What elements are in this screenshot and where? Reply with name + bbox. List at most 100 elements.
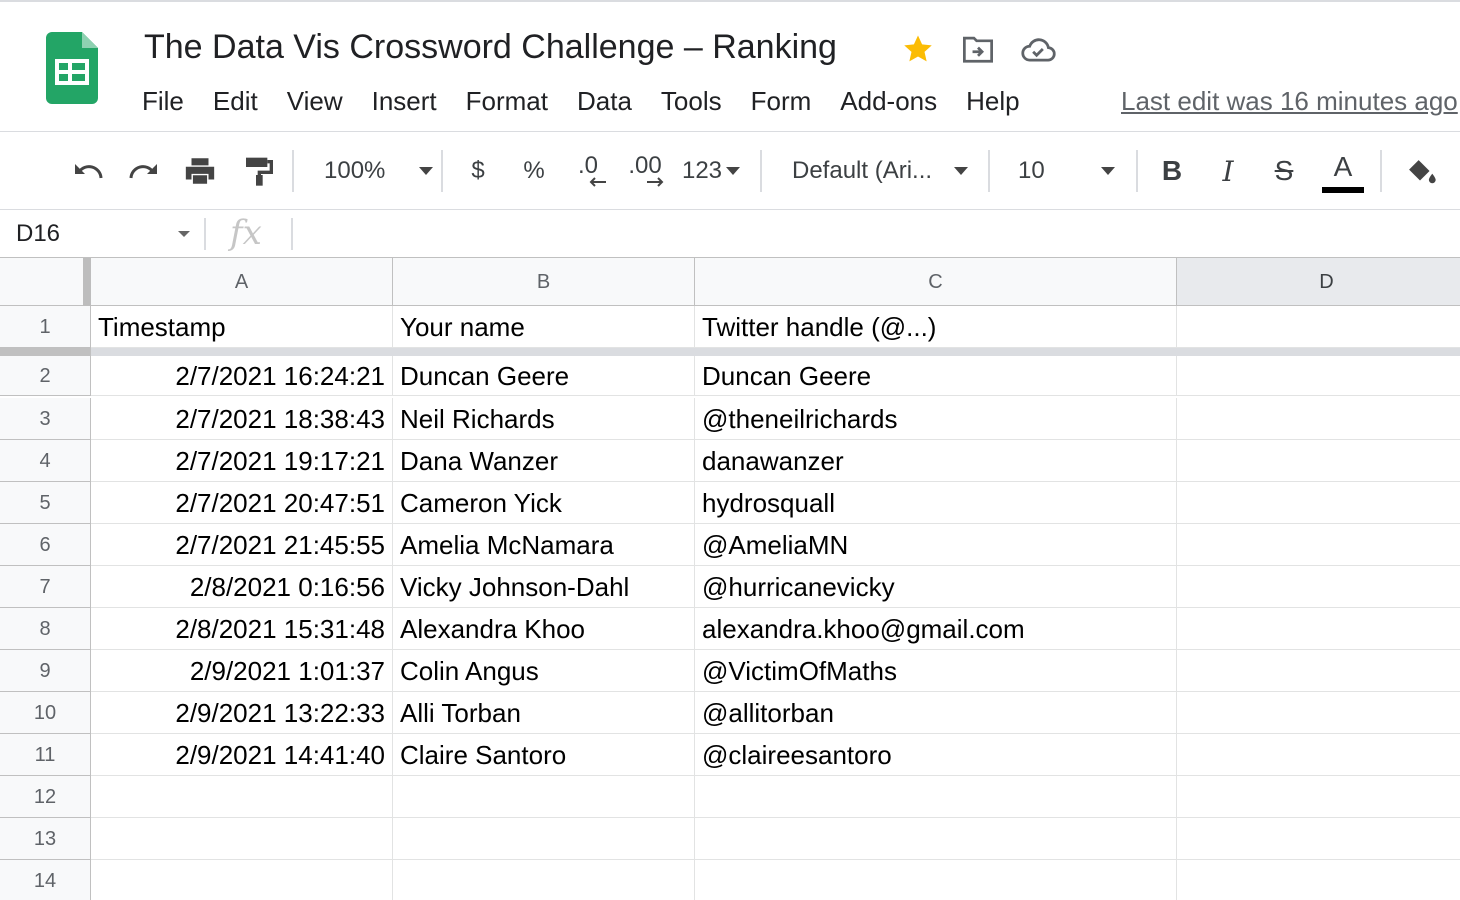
formula-input[interactable] xyxy=(300,210,1450,258)
table-cell[interactable]: @allitorban xyxy=(695,692,1177,734)
table-cell[interactable] xyxy=(91,776,393,818)
table-cell[interactable]: @hurricanevicky xyxy=(695,566,1177,608)
table-cell[interactable]: Vicky Johnson-Dahl xyxy=(393,566,695,608)
menu-file[interactable]: File xyxy=(142,86,184,117)
table-cell[interactable] xyxy=(1177,608,1460,650)
column-header-b[interactable]: B xyxy=(393,258,695,306)
table-cell[interactable]: Duncan Geere xyxy=(393,356,695,396)
cell-c1[interactable]: Twitter handle (@...) xyxy=(695,306,1177,348)
table-cell[interactable]: @AmeliaMN xyxy=(695,524,1177,566)
name-box[interactable]: D16 xyxy=(16,210,60,258)
row-header[interactable]: 13 xyxy=(0,818,91,860)
freeze-handle[interactable] xyxy=(83,258,91,306)
table-cell[interactable] xyxy=(393,818,695,860)
row-header[interactable]: 1 xyxy=(0,306,91,348)
frozen-row-divider-handle[interactable] xyxy=(0,348,91,356)
chevron-down-icon[interactable] xyxy=(178,231,190,237)
move-to-folder-icon[interactable] xyxy=(958,29,998,69)
strikethrough-button[interactable]: S xyxy=(1264,132,1304,210)
table-cell[interactable] xyxy=(393,860,695,900)
menu-add-ons[interactable]: Add-ons xyxy=(840,86,937,117)
column-header-d[interactable]: D xyxy=(1177,258,1460,306)
table-cell[interactable] xyxy=(91,860,393,900)
cell-d1[interactable] xyxy=(1177,306,1460,348)
format-percent-button[interactable]: % xyxy=(514,132,554,210)
table-cell[interactable]: Neil Richards xyxy=(393,398,695,440)
table-cell[interactable] xyxy=(393,776,695,818)
table-cell[interactable] xyxy=(1177,776,1460,818)
more-formats-button[interactable]: 123 xyxy=(676,132,746,210)
row-header[interactable]: 7 xyxy=(0,566,91,608)
menu-view[interactable]: View xyxy=(287,86,343,117)
row-header[interactable]: 5 xyxy=(0,482,91,524)
undo-icon[interactable] xyxy=(66,132,110,210)
table-cell[interactable]: 2/9/2021 13:22:33 xyxy=(91,692,393,734)
menu-edit[interactable]: Edit xyxy=(213,86,258,117)
table-cell[interactable]: 2/7/2021 20:47:51 xyxy=(91,482,393,524)
row-header[interactable]: 8 xyxy=(0,608,91,650)
menu-insert[interactable]: Insert xyxy=(372,86,437,117)
font-family-select[interactable]: Default (Ari... xyxy=(780,132,976,210)
table-cell[interactable] xyxy=(1177,734,1460,776)
menu-format[interactable]: Format xyxy=(466,86,548,117)
table-cell[interactable] xyxy=(1177,524,1460,566)
table-cell[interactable] xyxy=(1177,566,1460,608)
menu-help[interactable]: Help xyxy=(966,86,1019,117)
menu-data[interactable]: Data xyxy=(577,86,632,117)
table-cell[interactable] xyxy=(1177,482,1460,524)
row-header[interactable]: 3 xyxy=(0,398,91,440)
row-header[interactable]: 12 xyxy=(0,776,91,818)
increase-decimal-button[interactable]: .00 xyxy=(622,132,668,210)
redo-icon[interactable] xyxy=(122,132,166,210)
italic-button[interactable]: I xyxy=(1208,132,1248,210)
table-cell[interactable] xyxy=(695,776,1177,818)
table-cell[interactable] xyxy=(1177,692,1460,734)
table-cell[interactable]: 2/8/2021 0:16:56 xyxy=(91,566,393,608)
table-cell[interactable] xyxy=(91,818,393,860)
table-cell[interactable]: Duncan Geere xyxy=(695,356,1177,396)
table-cell[interactable]: 2/9/2021 1:01:37 xyxy=(91,650,393,692)
table-cell[interactable]: Alexandra Khoo xyxy=(393,608,695,650)
table-cell[interactable]: 2/9/2021 14:41:40 xyxy=(91,734,393,776)
table-cell[interactable] xyxy=(1177,398,1460,440)
table-cell[interactable] xyxy=(695,860,1177,900)
cell-b1[interactable]: Your name xyxy=(393,306,695,348)
menu-form[interactable]: Form xyxy=(751,86,812,117)
table-cell[interactable]: 2/7/2021 18:38:43 xyxy=(91,398,393,440)
frozen-row-divider[interactable] xyxy=(0,348,1460,356)
table-cell[interactable]: alexandra.khoo@gmail.com xyxy=(695,608,1177,650)
column-header-c[interactable]: C xyxy=(695,258,1177,306)
select-all-corner[interactable] xyxy=(0,258,91,306)
table-cell[interactable]: Claire Santoro xyxy=(393,734,695,776)
bold-button[interactable]: B xyxy=(1152,132,1192,210)
column-header-a[interactable]: A xyxy=(91,258,393,306)
row-header[interactable]: 2 xyxy=(0,356,91,396)
table-cell[interactable]: 2/7/2021 16:24:21 xyxy=(91,356,393,396)
font-size-select[interactable]: 10 xyxy=(1004,132,1126,210)
format-currency-button[interactable]: $ xyxy=(458,132,498,210)
table-cell[interactable]: danawanzer xyxy=(695,440,1177,482)
table-cell[interactable]: hydrosquall xyxy=(695,482,1177,524)
table-cell[interactable] xyxy=(1177,650,1460,692)
paint-format-icon[interactable] xyxy=(236,132,280,210)
row-header[interactable]: 10 xyxy=(0,692,91,734)
table-cell[interactable]: @theneilrichards xyxy=(695,398,1177,440)
print-icon[interactable] xyxy=(178,132,222,210)
table-cell[interactable]: @VictimOfMaths xyxy=(695,650,1177,692)
table-cell[interactable] xyxy=(695,818,1177,860)
table-cell[interactable]: @claireesantoro xyxy=(695,734,1177,776)
table-cell[interactable]: 2/7/2021 19:17:21 xyxy=(91,440,393,482)
table-cell[interactable]: Dana Wanzer xyxy=(393,440,695,482)
menu-tools[interactable]: Tools xyxy=(661,86,722,117)
table-cell[interactable]: 2/7/2021 21:45:55 xyxy=(91,524,393,566)
table-cell[interactable]: Cameron Yick xyxy=(393,482,695,524)
table-cell[interactable] xyxy=(1177,818,1460,860)
zoom-select[interactable]: 100% xyxy=(310,132,436,210)
table-cell[interactable] xyxy=(1177,440,1460,482)
last-edit-link[interactable]: Last edit was 16 minutes ago xyxy=(1121,80,1460,122)
row-header[interactable]: 14 xyxy=(0,860,91,900)
fill-color-icon[interactable] xyxy=(1398,132,1442,210)
document-title[interactable]: The Data Vis Crossword Challenge – Ranki… xyxy=(144,24,837,70)
table-cell[interactable]: Amelia McNamara xyxy=(393,524,695,566)
decrease-decimal-button[interactable]: .0 xyxy=(566,132,610,210)
